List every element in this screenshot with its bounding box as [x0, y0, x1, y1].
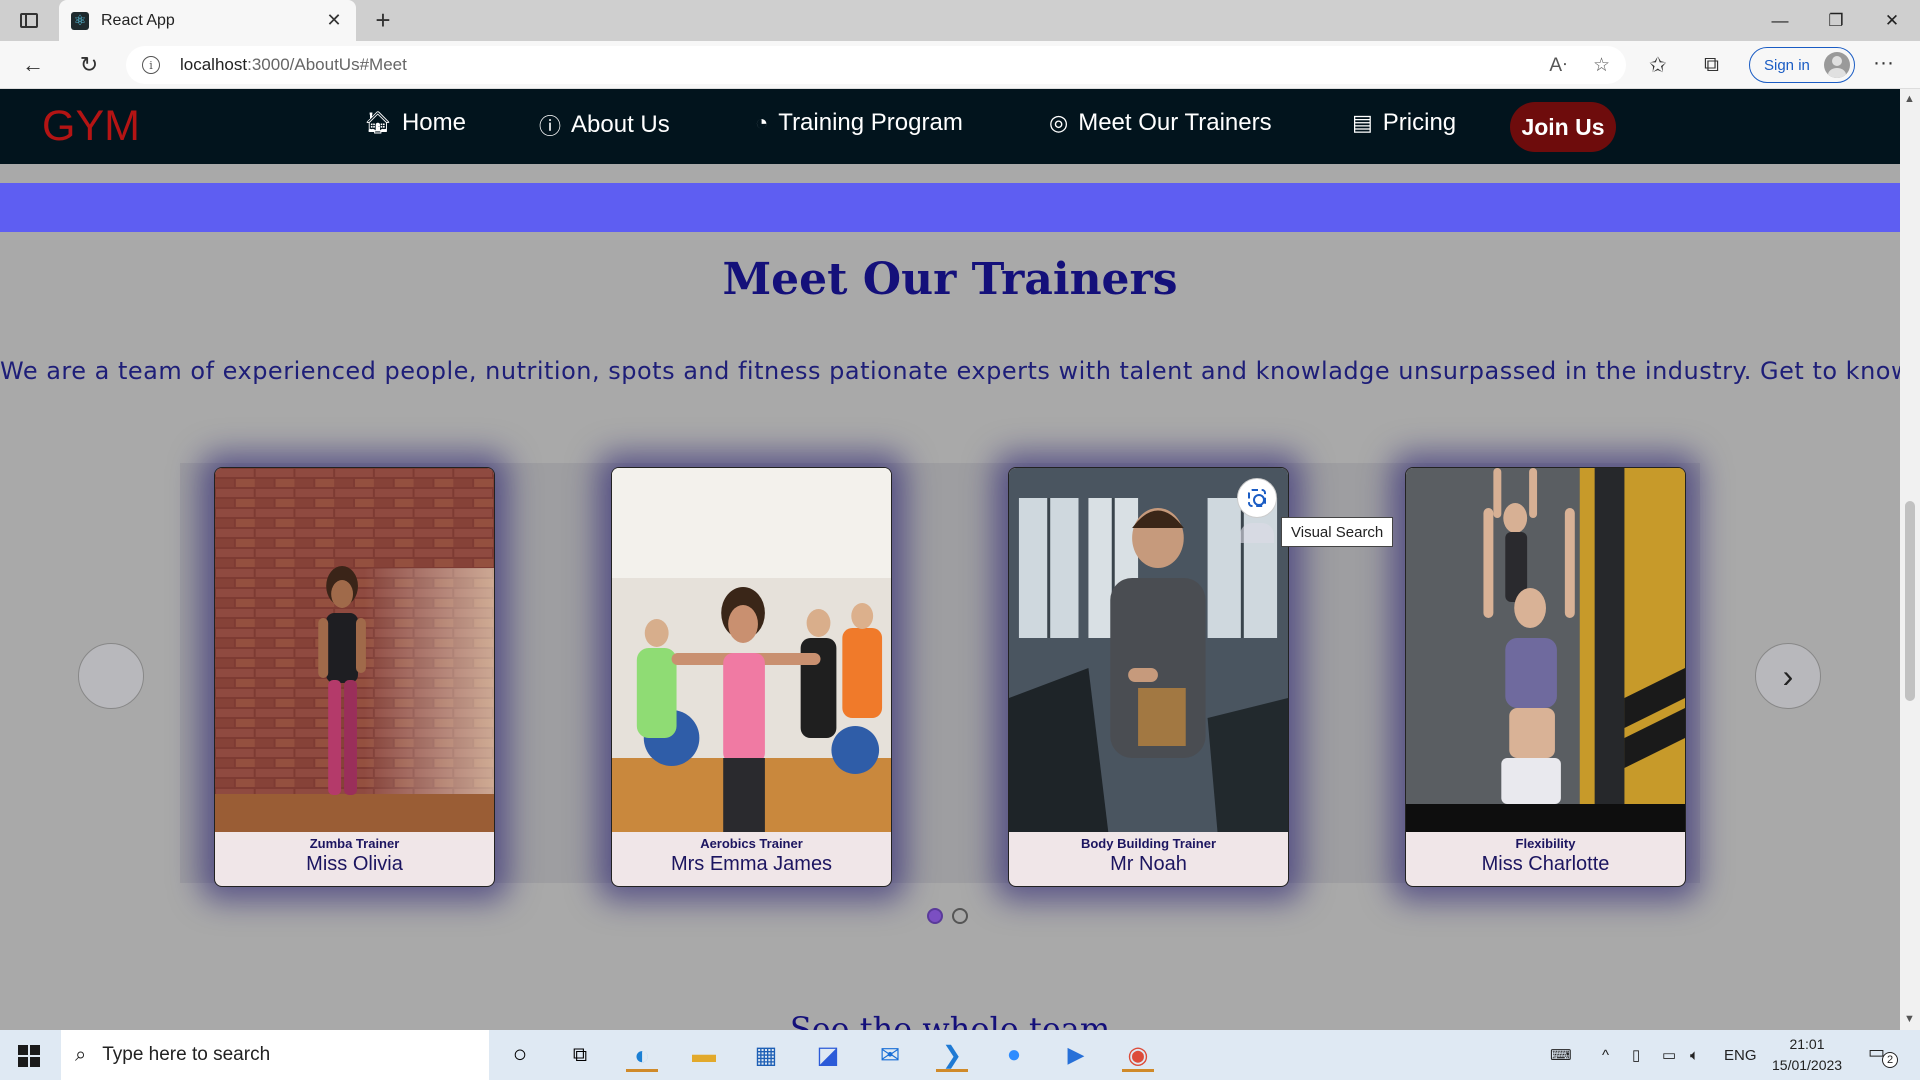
volume-icon[interactable]: 🔈︎ [1690, 1030, 1699, 1080]
nav-about-us[interactable]: ⓘ About Us [539, 109, 670, 141]
trainer-name: Mrs Emma James [670, 853, 833, 875]
carousel-dot-2[interactable] [952, 908, 968, 924]
restore-window-icon[interactable]: ❐ [1808, 0, 1864, 41]
taskbar-search-input[interactable]: ⌕ Type here to search [61, 1030, 489, 1080]
favorites-icon[interactable]: ✩ [1649, 53, 1667, 78]
trainer-role: Aerobics Trainer [700, 836, 803, 851]
carousel-pagination [927, 908, 977, 924]
collections-icon[interactable]: ⧉ [1704, 53, 1719, 77]
scroll-thumb[interactable] [1905, 501, 1915, 701]
sign-in-button[interactable]: Sign in [1749, 47, 1855, 83]
visual-search-tooltip: Visual Search [1281, 517, 1394, 547]
carousel-next-button[interactable]: › [1755, 643, 1821, 709]
carousel-prev-button[interactable]: ‹ [78, 643, 144, 709]
visual-search-button[interactable] [1237, 478, 1277, 518]
clock-date: 15/01/2023 [1772, 1057, 1843, 1073]
trainer-photo [1009, 468, 1288, 832]
search-icon: ⌕ [75, 1043, 87, 1066]
trainer-card[interactable]: Zumba Trainer Miss Olivia [214, 467, 495, 887]
trainer-name: Mr Noah [1110, 853, 1187, 875]
file-explorer-icon[interactable]: ▬ [684, 1038, 724, 1072]
add-favorite-icon[interactable]: ☆ [1593, 54, 1610, 77]
trainer-photo [215, 468, 494, 832]
trainer-card[interactable]: Aerobics Trainer Mrs Emma James [611, 467, 892, 887]
zoom-icon[interactable]: ● [994, 1038, 1034, 1072]
carousel-dot-1[interactable] [927, 908, 943, 924]
language-indicator[interactable]: ENG [1724, 1030, 1757, 1080]
join-us-button[interactable]: Join Us [1510, 102, 1616, 152]
profile-avatar-icon [1824, 52, 1850, 78]
notification-center-icon[interactable]: ▭ 2 [1868, 1042, 1898, 1068]
site-info-icon[interactable]: i [142, 56, 160, 74]
device-icon[interactable]: ▯ [1632, 1030, 1640, 1080]
chrome-icon[interactable]: ◉ [1118, 1038, 1158, 1072]
trainer-role: Body Building Trainer [1080, 836, 1217, 851]
trainer-card[interactable]: Flexibility Miss Charlotte [1405, 467, 1686, 887]
scroll-down-icon[interactable]: ▼ [1904, 1013, 1915, 1025]
trainer-role: Flexibility [1515, 836, 1576, 851]
home-icon: 🏠︎ [364, 110, 392, 135]
microsoft-store-icon[interactable]: ▦ [746, 1038, 786, 1072]
notification-badge: 2 [1882, 1052, 1898, 1068]
trainer-name: Miss Olivia [306, 853, 403, 875]
minimize-window-icon[interactable]: — [1752, 0, 1808, 41]
app-icon[interactable]: ◪ [808, 1038, 848, 1072]
close-tab-icon[interactable]: ✕ [324, 10, 344, 31]
accent-band [0, 183, 1900, 232]
react-favicon-icon: ⚛ [71, 11, 89, 30]
nav-meet-trainers[interactable]: ◎ Meet Our Trainers [1049, 109, 1272, 137]
show-hidden-icons-icon[interactable]: ^ [1602, 1030, 1609, 1080]
trainer-photo [1406, 468, 1685, 832]
windows-start-icon[interactable] [18, 1045, 40, 1067]
page-scrollbar[interactable]: ▲ ▼ [1900, 89, 1920, 1030]
touch-keyboard-icon[interactable]: ⌨ [1550, 1030, 1572, 1080]
new-tab-icon[interactable]: + [368, 5, 398, 35]
back-arrow-icon[interactable]: ← [16, 49, 50, 81]
refresh-icon[interactable]: ↻ [72, 49, 106, 81]
visual-search-icon [1248, 489, 1266, 507]
info-circle-icon: ⓘ [539, 114, 562, 139]
url-field[interactable]: i localhost:3000/AboutUs#Meet Aᐧ ☆ [126, 46, 1626, 84]
trainer-role: Zumba Trainer [309, 836, 400, 851]
training-icon: ◔ [755, 110, 769, 135]
scroll-up-icon[interactable]: ▲ [1904, 93, 1915, 105]
url-text[interactable]: localhost:3000/AboutUs#Meet [180, 55, 1523, 75]
edge-browser-icon[interactable]: ◐ [622, 1038, 662, 1072]
nav-training-program[interactable]: ◔ Training Program [755, 109, 963, 137]
mail-icon[interactable]: ✉ [870, 1038, 910, 1072]
nav-home[interactable]: 🏠︎ Home [364, 109, 466, 137]
page-viewport: GYM 🏠︎ Home ⓘ About Us ◔ Training Progra… [0, 89, 1900, 1030]
site-navbar: GYM 🏠︎ Home ⓘ About Us ◔ Training Progra… [0, 89, 1900, 164]
browser-tab[interactable]: ⚛ React App ✕ [59, 0, 356, 41]
trainer-name: Miss Charlotte [1481, 853, 1610, 875]
tab-actions-icon[interactable] [14, 8, 44, 32]
section-title: Meet Our Trainers [722, 254, 1178, 305]
tab-title: React App [101, 11, 175, 29]
cortana-icon[interactable]: ○ [500, 1038, 540, 1072]
windows-taskbar: ⌕ Type here to search ○ ⧉ ◐ ▬ ▦ ◪ ✉ ❯ ● … [0, 1030, 1920, 1080]
trainers-icon: ◎ [1049, 110, 1069, 135]
section-description: We are a team of experienced people, nut… [0, 357, 1900, 385]
more-options-icon[interactable]: ··· [1873, 51, 1894, 75]
browser-tabbar: ⚛ React App ✕ + — ❐ ✕ [0, 0, 1920, 41]
system-clock[interactable]: 21:01 15/01/2023 [1772, 1034, 1842, 1076]
pricing-card-icon: ▤ [1352, 110, 1373, 135]
chevron-left-icon: ‹ [105, 657, 117, 694]
video-player-icon[interactable]: ▶ [1056, 1038, 1096, 1072]
battery-icon[interactable]: ▭ [1662, 1030, 1676, 1080]
chevron-right-icon: › [1782, 657, 1794, 694]
vscode-icon[interactable]: ❯ [932, 1038, 972, 1072]
nav-pricing[interactable]: ▤ Pricing [1352, 109, 1456, 137]
site-logo[interactable]: GYM [42, 102, 140, 151]
task-view-icon[interactable]: ⧉ [560, 1038, 600, 1072]
browser-addressbar: ← ↻ i localhost:3000/AboutUs#Meet Aᐧ ☆ ✩… [0, 41, 1920, 89]
close-window-icon[interactable]: ✕ [1864, 0, 1920, 41]
trainer-photo [612, 468, 891, 832]
read-aloud-icon[interactable]: Aᐧ [1549, 54, 1567, 77]
see-team-heading[interactable]: See the whole team [0, 1010, 1900, 1030]
visual-search-handle [1240, 523, 1274, 543]
clock-time: 21:01 [1789, 1036, 1825, 1052]
